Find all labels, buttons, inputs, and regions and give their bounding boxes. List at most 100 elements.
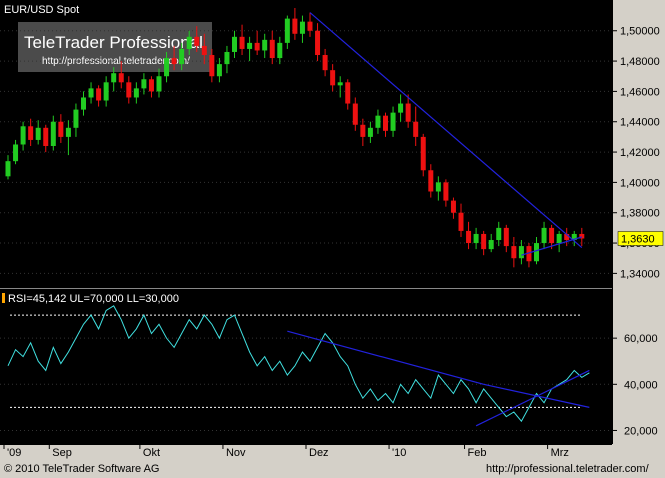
candle-body xyxy=(216,64,222,77)
candle-body xyxy=(337,82,343,86)
candle-body xyxy=(186,36,192,49)
candle-body xyxy=(518,246,524,259)
candle-body xyxy=(367,127,373,137)
candle-body xyxy=(398,103,404,113)
price-tick-label: 1,38000 xyxy=(620,208,660,220)
rsi-tick-label: 20,000 xyxy=(624,425,658,437)
candle-body xyxy=(43,127,49,146)
candle-body xyxy=(405,103,411,122)
price-tick-label: 1,34000 xyxy=(620,268,660,280)
candle-body xyxy=(556,233,562,244)
x-tick-label: Okt xyxy=(143,447,160,459)
candle-body xyxy=(88,88,94,98)
candle-body xyxy=(73,109,79,128)
candle-body xyxy=(232,36,237,52)
rsi-panel xyxy=(0,289,612,444)
candle-body xyxy=(322,55,328,71)
price-tick-label: 1,46000 xyxy=(620,86,660,98)
candle-body xyxy=(481,233,487,250)
rsi-label: RSI=45,142 UL=70,000 LL=30,000 xyxy=(8,293,179,305)
candle-body xyxy=(171,58,177,65)
x-tick-label: '10 xyxy=(392,447,406,459)
candle-body xyxy=(156,76,162,92)
candle-body xyxy=(420,136,426,171)
candle-body xyxy=(50,121,56,146)
rsi-tick-label: 60,000 xyxy=(624,333,658,345)
candle-body xyxy=(247,42,253,49)
candle-body xyxy=(413,121,419,137)
candle-body xyxy=(201,45,207,56)
candle-body xyxy=(224,51,230,65)
candle-body xyxy=(360,124,366,137)
candle-body xyxy=(503,227,509,247)
candle-body xyxy=(352,103,358,125)
candle-body xyxy=(390,112,396,131)
candle-body xyxy=(443,182,449,201)
last-price-label: 1,3630 xyxy=(621,234,655,246)
candle-body xyxy=(383,115,388,131)
candle-body xyxy=(292,18,298,34)
candle-body xyxy=(435,182,441,192)
x-tick-label: Mrz xyxy=(551,447,569,459)
chart-svg: TeleTrader Professional http://professio… xyxy=(0,0,665,475)
footer-url[interactable]: http://professional.teletrader.com/ xyxy=(486,463,650,475)
candle-body xyxy=(81,97,86,110)
candle-body xyxy=(466,230,472,244)
candle-body xyxy=(179,48,185,65)
price-tick-label: 1,48000 xyxy=(620,56,660,68)
rsi-label-marker xyxy=(2,293,5,303)
watermark-logo: TeleTrader Professional http://professio… xyxy=(18,22,212,72)
price-tick-label: 1,40000 xyxy=(620,177,660,189)
candle-body xyxy=(141,79,147,89)
candle-body xyxy=(549,227,555,244)
watermark-brand: TeleTrader Professional xyxy=(24,33,203,52)
candle-body xyxy=(307,21,313,31)
candle-body xyxy=(345,82,351,104)
candle-body xyxy=(13,144,19,162)
candle-body xyxy=(299,21,305,34)
candle-body xyxy=(284,18,290,43)
candle-body xyxy=(148,79,154,92)
candle-body xyxy=(534,243,539,262)
rsi-tick-label: 40,000 xyxy=(624,379,658,391)
candle-body xyxy=(164,58,170,77)
candle-body xyxy=(209,55,215,77)
price-tick-label: 1,44000 xyxy=(620,117,660,129)
candle-body xyxy=(541,227,547,244)
x-tick-label: '09 xyxy=(7,447,21,459)
candle-body xyxy=(511,246,517,259)
candle-body xyxy=(35,127,41,140)
footer-copyright: © 2010 TeleTrader Software AG xyxy=(4,463,159,475)
x-tick-label: Dez xyxy=(309,447,329,459)
candle-body xyxy=(269,39,275,59)
candle-body xyxy=(458,212,464,231)
price-chart-title: EUR/USD Spot xyxy=(4,4,79,16)
candle-body xyxy=(375,115,381,128)
candle-body xyxy=(239,36,245,49)
candle-body xyxy=(450,200,456,213)
candle-body xyxy=(126,82,132,98)
candle-body xyxy=(496,227,502,241)
candle-body xyxy=(58,121,64,137)
candle-body xyxy=(111,73,117,83)
candle-body xyxy=(262,39,268,51)
x-tick-label: Feb xyxy=(468,447,487,459)
candle-body xyxy=(488,240,494,250)
candle-body xyxy=(315,30,321,56)
x-tick-label: Sep xyxy=(52,447,72,459)
candle-body xyxy=(428,170,434,192)
candle-body xyxy=(5,161,11,177)
candle-body xyxy=(96,88,102,101)
candle-body xyxy=(118,73,124,83)
x-tick-label: Nov xyxy=(226,447,246,459)
candle-body xyxy=(473,233,479,244)
candle-body xyxy=(28,126,34,140)
candle-body xyxy=(103,82,109,101)
candle-body xyxy=(20,126,26,145)
price-tick-label: 1,42000 xyxy=(620,147,660,159)
candle-body xyxy=(133,88,139,98)
candle-body xyxy=(277,42,283,59)
candle-body xyxy=(330,70,336,86)
candle-body xyxy=(254,42,260,51)
price-tick-label: 1,50000 xyxy=(620,26,660,38)
